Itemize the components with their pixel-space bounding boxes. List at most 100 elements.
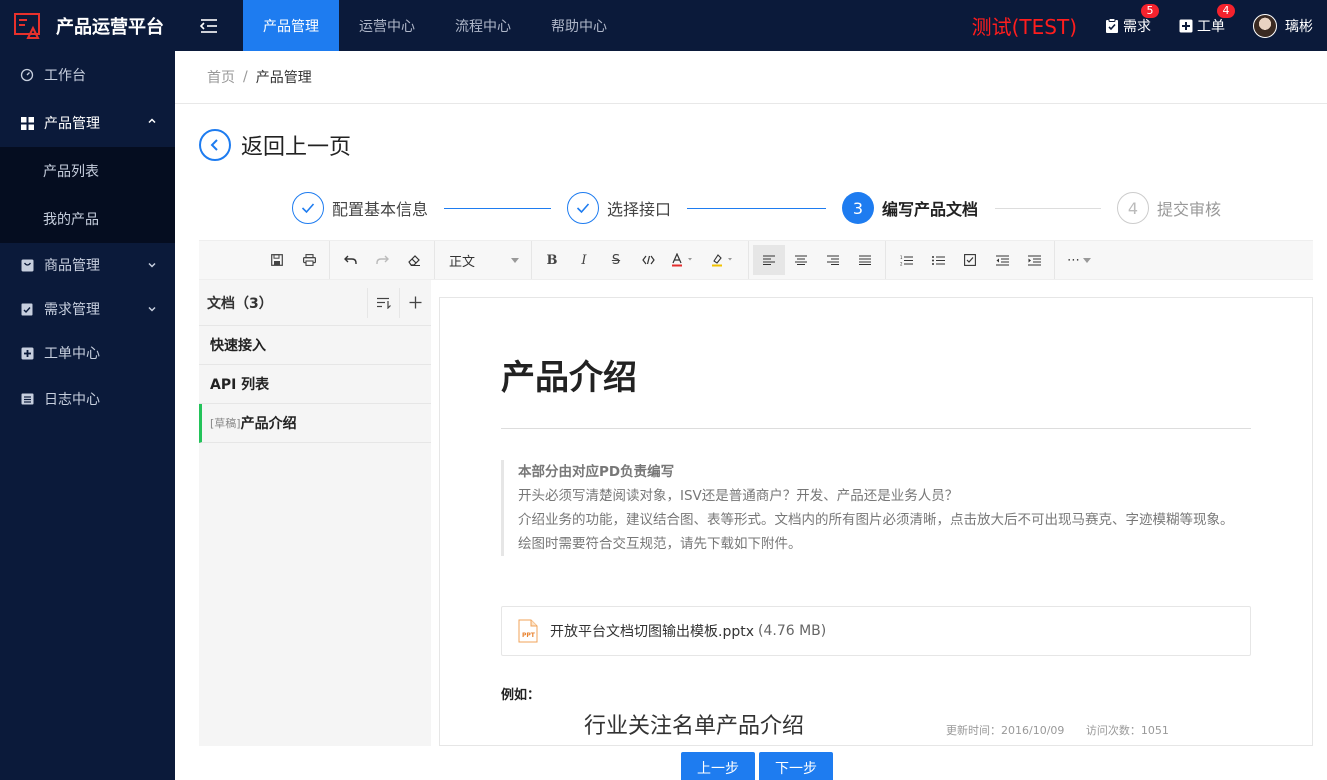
more-options-button[interactable]: ⋯ [1059,245,1099,275]
align-justify-icon[interactable] [849,245,881,275]
align-center-icon[interactable] [785,245,817,275]
undo-icon[interactable] [334,245,366,275]
step-navigation: 上一步 下一步 [681,752,837,780]
ticket-plus-icon [1179,19,1193,32]
tickets-button[interactable]: 工单 4 [1179,3,1235,36]
italic-icon[interactable]: I [568,245,600,275]
topnav-help-center[interactable]: 帮助中心 [531,0,627,51]
document-item-quick-start[interactable]: 快速接入 [199,326,431,365]
breadcrumb-separator: / [243,69,248,85]
back-arrow-icon [199,129,231,161]
font-color-icon[interactable] [664,245,704,275]
step-label: 编写产品文档 [882,200,979,219]
sidebar-item-log-center[interactable]: 日志中心 [0,375,175,423]
editor-toolbar: 正文 B I S 12 ⋯ [199,240,1313,280]
chevron-down-icon [148,306,156,312]
log-icon [20,392,34,406]
toolbar-divider [748,241,749,279]
attachment-card[interactable]: PPT 开放平台文档切图输出模板.pptx (4.76 MB) [501,606,1251,656]
document-item-api-list[interactable]: API 列表 [199,365,431,404]
topnav-operations-center[interactable]: 运营中心 [339,0,435,51]
align-right-icon[interactable] [817,245,849,275]
align-left-icon[interactable] [753,245,785,275]
menu-collapse-button[interactable] [175,0,243,51]
sidebar-item-label: 产品管理 [44,116,100,132]
avatar [1253,13,1277,38]
checklist-icon[interactable] [954,245,986,275]
redo-icon[interactable] [366,245,398,275]
sidebar-item-requirement-management[interactable]: 需求管理 [0,287,175,331]
topnav-process-center[interactable]: 流程中心 [435,0,531,51]
indent-icon[interactable] [1018,245,1050,275]
attachment-name: 开放平台文档切图输出模板.pptx [550,624,754,640]
shop-icon [20,258,34,272]
sidebar-item-label: 工单中心 [44,346,100,362]
document-editor[interactable]: 产品介绍 本部分由对应PD负责编写 开头必须写清楚阅读对象，ISV还是普通商户？… [439,297,1313,746]
tickets-label: 工单 [1197,18,1225,35]
bold-icon[interactable]: B [536,245,568,275]
document-item-label: 快速接入 [210,338,266,354]
sidebar-item-label: 需求管理 [44,302,100,318]
attachment-size: (4.76 MB) [758,623,827,639]
toolbar-divider [531,241,532,279]
top-bar: 产品运营平台 产品管理 运营中心 流程中心 帮助中心 测试(TEST) 需求 5 [0,0,1327,51]
draft-tag: [草稿] [210,417,241,430]
dashboard-icon [20,68,34,82]
previous-step-button[interactable]: 上一步 [681,752,755,780]
code-icon[interactable] [632,245,664,275]
sidebar-item-goods-management[interactable]: 商品管理 [0,243,175,287]
step-submit-review: 4 提交审核 [1117,192,1221,224]
check-icon [567,192,599,224]
main-content: 首页 / 产品管理 返回上一页 配置基本信息 选择接口 3 编写产品文档 4 提… [175,51,1327,780]
check-icon [292,192,324,224]
paragraph-style-select[interactable]: 正文 [439,245,527,275]
step-label: 选择接口 [607,200,672,219]
breadcrumb-home[interactable]: 首页 [207,67,235,87]
ppt-file-icon [518,619,538,643]
strikethrough-icon[interactable]: S [600,245,632,275]
caret-down-icon [511,257,519,263]
sidebar-item-product-management[interactable]: 产品管理 [0,99,175,147]
save-icon[interactable] [261,245,293,275]
guidance-quote: 本部分由对应PD负责编写 开头必须写清楚阅读对象，ISV还是普通商户？开发、产品… [501,460,1253,556]
grid-icon [20,116,34,130]
sidebar-item-label: 日志中心 [44,392,100,408]
breadcrumb: 首页 / 产品管理 [175,51,1327,104]
brand[interactable]: 产品运营平台 [0,0,175,51]
outdent-icon[interactable] [986,245,1018,275]
document-item-product-intro[interactable]: [草稿] 产品介绍 [199,404,431,443]
sidebar-item-product-list[interactable]: 产品列表 [0,147,175,195]
chevron-up-icon [148,118,156,124]
quote-line: 开头必须写清楚阅读对象，ISV还是普通商户？开发、产品还是业务人员？ [518,488,959,504]
toolbar-divider [1054,241,1055,279]
requirements-button[interactable]: 需求 5 [1105,3,1159,36]
print-icon[interactable] [293,245,325,275]
sidebar-item-ticket-center[interactable]: 工单中心 [0,331,175,375]
highlight-icon[interactable] [704,245,744,275]
topnav-product-management[interactable]: 产品管理 [243,0,339,51]
sample-updated: 更新时间：2016/10/09 [946,724,1065,737]
sidebar-item-my-products[interactable]: 我的产品 [0,195,175,243]
sidebar-item-label: 产品列表 [43,164,99,180]
quote-title: 本部分由对应PD负责编写 [518,464,675,480]
add-document-button[interactable] [399,287,431,318]
ordered-list-icon[interactable]: 12 [890,245,922,275]
sample-visits: 访问次数：1051 [1085,724,1169,737]
eraser-icon[interactable] [398,245,430,275]
app-title: 产品运营平台 [56,16,164,38]
step-label: 提交审核 [1157,200,1222,219]
ppt-icon-text: PPT [522,632,535,639]
sidebar-item-label: 商品管理 [44,258,100,274]
menu-fold-icon [200,18,217,33]
sidebar-item-workbench[interactable]: 工作台 [0,51,175,99]
back-button[interactable]: 返回上一页 [199,129,351,161]
user-menu[interactable]: 璃彬 [1253,13,1313,38]
caret-down-icon [1083,257,1091,263]
next-step-button[interactable]: 下一步 [759,752,833,780]
environment-label: 测试(TEST) [971,15,1077,39]
clipboard-icon [20,302,34,316]
bullet-list-icon[interactable] [922,245,954,275]
sidebar-item-label: 我的产品 [43,212,99,228]
sort-documents-button[interactable] [367,287,399,318]
step-number: 4 [1117,192,1149,224]
